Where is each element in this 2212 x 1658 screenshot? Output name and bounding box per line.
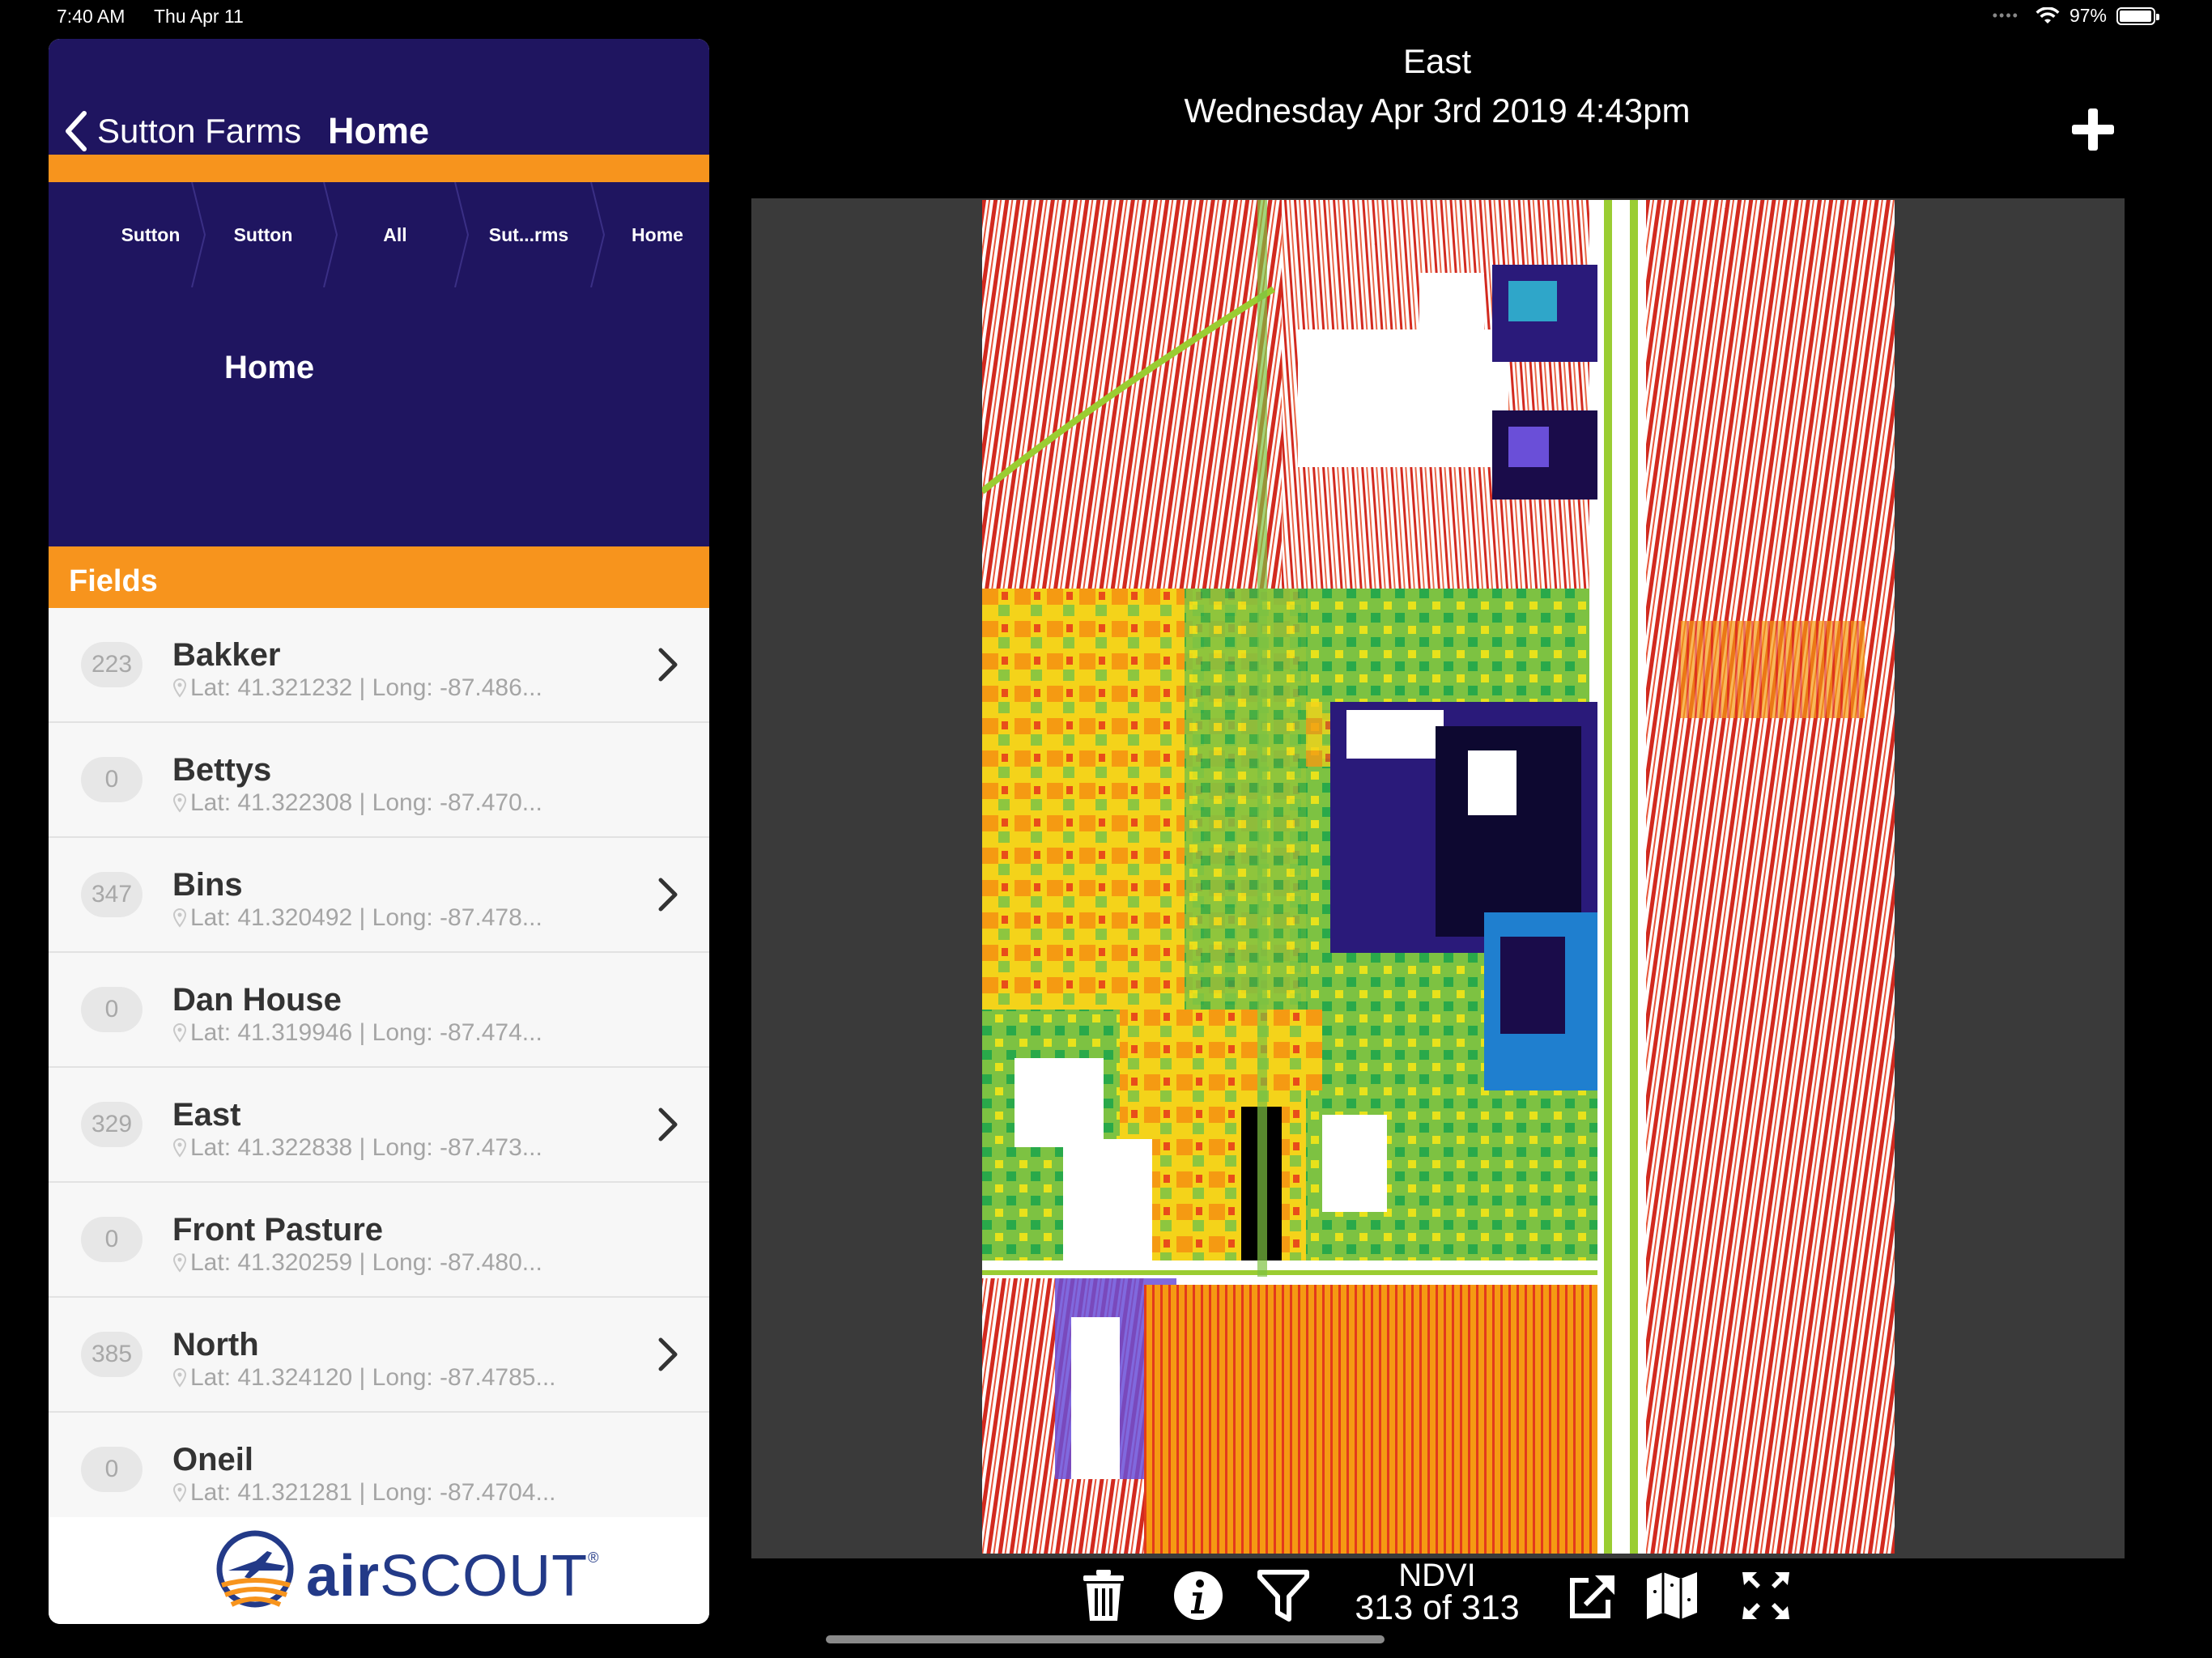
home-label: Home xyxy=(224,350,315,385)
list-item[interactable]: 0 Front Pasture Lat: 41.320259 | Long: -… xyxy=(49,1183,709,1298)
page-title: Home xyxy=(328,110,430,151)
ndvi-field-image xyxy=(982,200,1895,1554)
status-date: Thu Apr 11 xyxy=(154,6,244,27)
info-icon[interactable] xyxy=(1172,1567,1225,1624)
field-name: Front Pasture xyxy=(172,1212,384,1248)
breadcrumb-item[interactable]: Sutton xyxy=(206,182,320,287)
count-badge: 0 xyxy=(81,987,143,1032)
location-pin-icon xyxy=(172,793,187,813)
wifi-icon xyxy=(2035,6,2060,23)
field-coords: Lat: 41.324120 | Long: -87.4785... xyxy=(172,1364,556,1392)
location-pin-icon xyxy=(172,1483,187,1503)
add-icon[interactable] xyxy=(2069,105,2117,154)
nav-bar: Sutton Farms Home xyxy=(49,39,709,155)
location-pin-icon xyxy=(172,678,187,698)
count-badge: 385 xyxy=(81,1332,143,1377)
list-item[interactable]: 0 Dan House Lat: 41.319946 | Long: -87.4… xyxy=(49,953,709,1068)
fields-list: 223 Bakker Lat: 41.321232 | Long: -87.48… xyxy=(49,608,709,1528)
image-field-title: East xyxy=(1402,42,1472,80)
list-item[interactable]: 329 East Lat: 41.322838 | Long: -87.473.… xyxy=(49,1068,709,1183)
home-header: Home xyxy=(49,287,709,546)
breadcrumb-item[interactable]: Sutton xyxy=(49,182,199,287)
chevron-right-icon xyxy=(658,878,678,912)
chevron-right-icon xyxy=(658,1107,678,1141)
field-coords: Lat: 41.320492 | Long: -87.478... xyxy=(172,904,542,932)
list-item[interactable]: 0 Bettys Lat: 41.322308 | Long: -87.470.… xyxy=(49,723,709,838)
breadcrumb-item[interactable]: Sut...rms xyxy=(468,182,589,287)
list-item[interactable]: 223 Bakker Lat: 41.321232 | Long: -87.48… xyxy=(49,608,709,723)
multitasking-dots-icon: •••• xyxy=(1992,7,2019,23)
accent-strip xyxy=(49,155,709,182)
list-item[interactable]: 347 Bins Lat: 41.320492 | Long: -87.478.… xyxy=(49,838,709,953)
breadcrumb-separator xyxy=(454,182,470,287)
location-pin-icon xyxy=(172,1368,187,1388)
back-button[interactable]: Sutton Farms xyxy=(63,110,301,152)
count-badge: 0 xyxy=(81,1217,143,1262)
field-name: Bins xyxy=(172,867,243,903)
field-coords: Lat: 41.319946 | Long: -87.474... xyxy=(172,1019,542,1047)
battery-percent: 97% xyxy=(2069,5,2107,26)
count-badge: 0 xyxy=(81,757,143,802)
sidebar-panel: Sutton Farms Home Sutton Sutton All Sut.… xyxy=(49,39,709,1624)
field-coords: Lat: 41.321281 | Long: -87.4704... xyxy=(172,1479,556,1507)
status-time: 7:40 AM xyxy=(57,6,125,27)
battery-icon xyxy=(2116,6,2159,25)
breadcrumb-separator xyxy=(191,182,206,287)
map-icon[interactable] xyxy=(1645,1567,1699,1624)
breadcrumb-item-current[interactable]: Home xyxy=(606,182,709,287)
field-coords: Lat: 41.321232 | Long: -87.486... xyxy=(172,674,542,702)
breadcrumb-separator xyxy=(323,182,338,287)
field-name: Dan House xyxy=(172,982,342,1018)
field-coords: Lat: 41.322308 | Long: -87.470... xyxy=(172,789,542,817)
location-pin-icon xyxy=(172,1138,187,1158)
field-coords: Lat: 41.322838 | Long: -87.473... xyxy=(172,1134,542,1162)
image-position: 313 of 313 xyxy=(1355,1588,1520,1627)
fields-header-label: Fields xyxy=(69,564,158,598)
location-pin-icon xyxy=(172,908,187,928)
breadcrumb: Sutton Sutton All Sut...rms Home xyxy=(49,182,709,289)
chevron-left-icon xyxy=(66,111,87,151)
image-datetime: Wednesday Apr 3rd 2019 4:43pm xyxy=(1184,91,1691,130)
share-icon[interactable] xyxy=(1564,1567,1618,1624)
field-name: Bettys xyxy=(172,752,272,788)
status-right-group: •••• 97% xyxy=(1992,5,2159,27)
trash-icon[interactable] xyxy=(1077,1567,1130,1624)
image-viewer[interactable] xyxy=(751,198,2125,1558)
list-item[interactable]: 0 Oneil Lat: 41.321281 | Long: -87.4704.… xyxy=(49,1413,709,1528)
field-name: Bakker xyxy=(172,637,281,673)
field-name: North xyxy=(172,1327,259,1363)
back-label: Sutton Farms xyxy=(97,112,302,150)
breadcrumb-separator xyxy=(590,182,606,287)
count-badge: 223 xyxy=(81,642,143,687)
home-indicator[interactable] xyxy=(826,1635,1385,1643)
count-badge: 347 xyxy=(81,872,143,917)
fullscreen-icon[interactable] xyxy=(1739,1567,1793,1624)
chevron-right-icon xyxy=(658,1337,678,1371)
chevron-right-icon xyxy=(658,648,678,682)
list-item[interactable]: 385 North Lat: 41.324120 | Long: -87.478… xyxy=(49,1298,709,1413)
status-bar: 7:40 AM Thu Apr 11 •••• 97% xyxy=(0,0,2212,32)
location-pin-icon xyxy=(172,1253,187,1273)
layer-indicator[interactable]: NDVI 313 of 313 xyxy=(1336,1558,1538,1627)
count-badge: 329 xyxy=(81,1102,143,1147)
filter-icon[interactable] xyxy=(1257,1567,1310,1624)
fields-section-header: Fields xyxy=(49,546,709,608)
field-coords: Lat: 41.320259 | Long: -87.480... xyxy=(172,1249,542,1277)
count-badge: 0 xyxy=(81,1447,143,1492)
breadcrumb-item[interactable]: All xyxy=(338,182,452,287)
location-pin-icon xyxy=(172,1023,187,1043)
layer-name: NDVI xyxy=(1398,1558,1476,1593)
field-name: East xyxy=(172,1097,241,1133)
field-name: Oneil xyxy=(172,1442,254,1477)
